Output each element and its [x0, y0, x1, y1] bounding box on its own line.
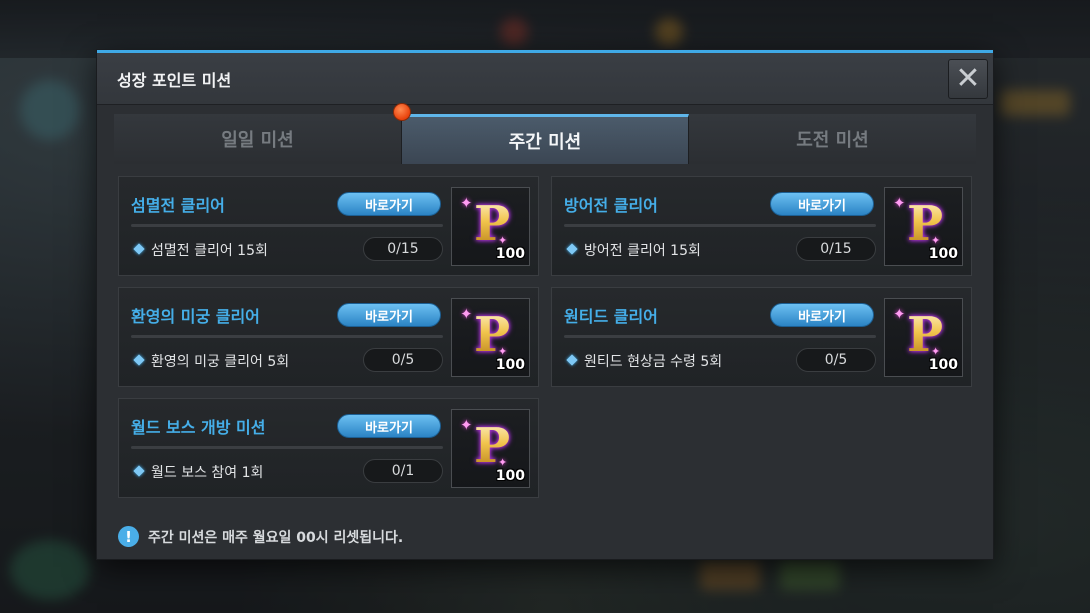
close-button[interactable]: ✕ — [948, 59, 988, 99]
growth-point-p-icon: P — [466, 307, 518, 363]
notification-dot-icon — [393, 103, 411, 121]
diamond-bullet-icon — [566, 354, 578, 366]
mission-progress: 0/15 — [363, 237, 443, 261]
go-to-button[interactable]: 바로가기 — [337, 192, 441, 216]
mission-title: 방어전 클리어 — [564, 196, 658, 215]
reward-count: 100 — [928, 357, 958, 373]
exclamation-icon: ! — [118, 526, 139, 547]
mission-title: 월드 보스 개방 미션 — [131, 418, 266, 437]
mission-description: 섬멸전 클리어 15회 — [151, 243, 268, 259]
mission-title: 섬멸전 클리어 — [131, 196, 225, 215]
card-divider — [564, 335, 876, 338]
mission-description: 환영의 미궁 클리어 5회 — [151, 354, 290, 370]
diamond-bullet-icon — [133, 243, 145, 255]
card-divider — [564, 224, 876, 227]
mission-description: 원티드 현상금 수령 5회 — [584, 354, 723, 370]
mission-description: 월드 보스 참여 1회 — [151, 465, 264, 481]
diamond-bullet-icon — [566, 243, 578, 255]
go-to-button[interactable]: 바로가기 — [770, 192, 874, 216]
growth-point-p-icon: P — [899, 307, 951, 363]
reset-notice: 주간 미션은 매주 월요일 00시 리셋됩니다. — [148, 530, 404, 546]
growth-point-p-icon: P — [466, 418, 518, 474]
mission-progress: 0/5 — [363, 348, 443, 372]
mission-title: 원티드 클리어 — [564, 307, 658, 326]
modal-title: 성장 포인트 미션 — [117, 71, 232, 90]
reward-slot[interactable]: ✦ ✦ P 100 — [451, 298, 530, 377]
mission-card: 월드 보스 개방 미션 바로가기 월드 보스 참여 1회 0/1 ✦ ✦ P 1… — [118, 398, 539, 498]
growth-point-p-icon: P — [466, 196, 518, 252]
reward-slot[interactable]: ✦ ✦ P 100 — [451, 187, 530, 266]
mission-card: 방어전 클리어 바로가기 방어전 클리어 15회 0/15 ✦ ✦ P 100 — [551, 176, 972, 276]
tab-challenge-mission[interactable]: 도전 미션 — [689, 114, 976, 164]
modal-header: 성장 포인트 미션 ✕ — [97, 53, 993, 105]
tab-weekly-mission[interactable]: 주간 미션 — [402, 114, 689, 164]
mission-card: 섬멸전 클리어 바로가기 섬멸전 클리어 15회 0/15 ✦ ✦ P 100 — [118, 176, 539, 276]
reward-count: 100 — [928, 246, 958, 262]
card-divider — [131, 224, 443, 227]
reward-slot[interactable]: ✦ ✦ P 100 — [884, 298, 963, 377]
reward-slot[interactable]: ✦ ✦ P 100 — [884, 187, 963, 266]
card-divider — [131, 335, 443, 338]
tab-daily-mission[interactable]: 일일 미션 — [114, 114, 402, 164]
go-to-button[interactable]: 바로가기 — [337, 303, 441, 327]
mission-card: 원티드 클리어 바로가기 원티드 현상금 수령 5회 0/5 ✦ ✦ P 100 — [551, 287, 972, 387]
mission-title: 환영의 미궁 클리어 — [131, 307, 260, 326]
go-to-button[interactable]: 바로가기 — [337, 414, 441, 438]
mission-progress: 0/5 — [796, 348, 876, 372]
reward-count: 100 — [495, 357, 525, 373]
diamond-bullet-icon — [133, 354, 145, 366]
mission-progress: 0/15 — [796, 237, 876, 261]
growth-point-mission-dialog: 성장 포인트 미션 ✕ 일일 미션 주간 미션 도전 미션 섬멸전 클리어 바로… — [97, 50, 993, 559]
mission-card: 환영의 미궁 클리어 바로가기 환영의 미궁 클리어 5회 0/5 ✦ ✦ P … — [118, 287, 539, 387]
close-icon: ✕ — [955, 61, 981, 96]
card-divider — [131, 446, 443, 449]
reward-slot[interactable]: ✦ ✦ P 100 — [451, 409, 530, 488]
go-to-button[interactable]: 바로가기 — [770, 303, 874, 327]
reward-count: 100 — [495, 246, 525, 262]
mission-tabs: 일일 미션 주간 미션 도전 미션 — [114, 103, 976, 164]
diamond-bullet-icon — [133, 465, 145, 477]
reward-count: 100 — [495, 468, 525, 484]
growth-point-p-icon: P — [899, 196, 951, 252]
mission-description: 방어전 클리어 15회 — [584, 243, 701, 259]
mission-progress: 0/1 — [363, 459, 443, 483]
